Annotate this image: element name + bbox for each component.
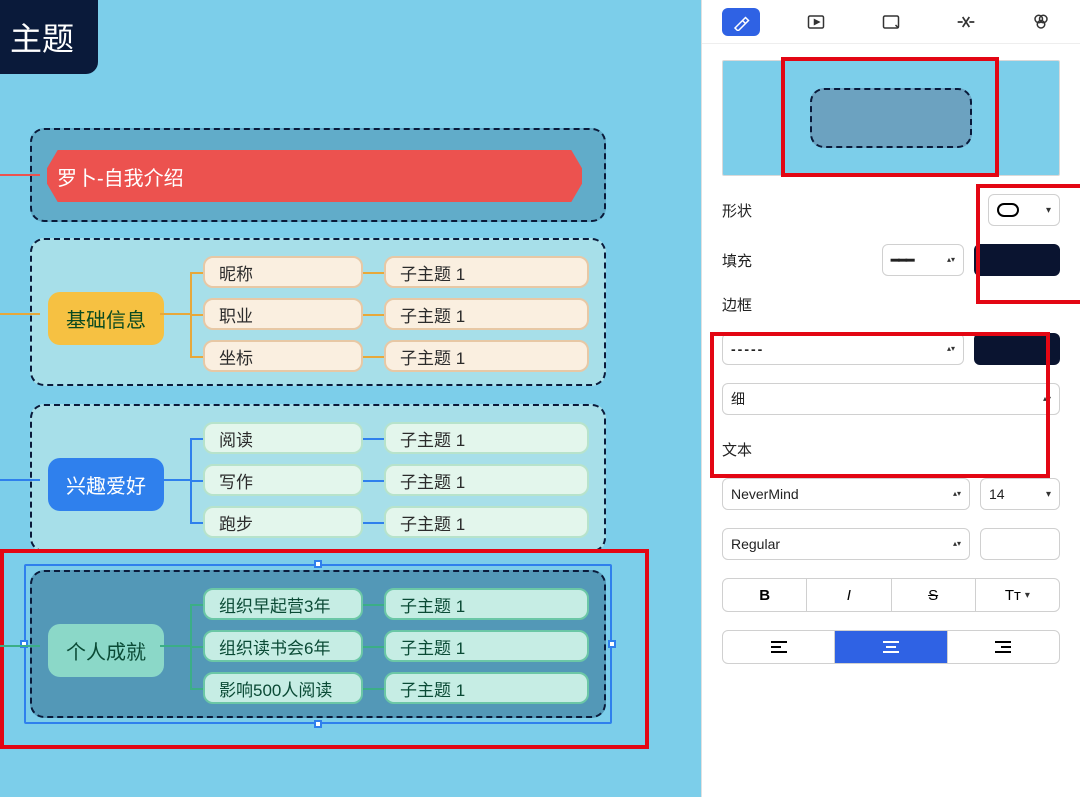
root-topic-fragment: 主题 — [0, 0, 98, 74]
fill-row: 填充 ━━━ ▴▾ — [722, 244, 1060, 276]
fill-color-swatch[interactable] — [974, 244, 1060, 276]
font-family-select[interactable]: NeverMind ▴▾ — [722, 478, 970, 510]
chevron-down-icon: ▾ — [1046, 489, 1051, 500]
textcase-value: Tᴛ — [1005, 587, 1021, 604]
node-nickname-sub[interactable]: 子主题 1 — [384, 256, 589, 288]
rounded-rect-icon — [997, 203, 1019, 217]
align-right-button[interactable] — [948, 631, 1059, 663]
text-style-group: B I S Tᴛ ▾ — [722, 578, 1060, 612]
align-left-button[interactable] — [723, 631, 835, 663]
border-style-row: ----- ▴▾ — [722, 333, 1060, 365]
updown-icon: ▴▾ — [947, 257, 955, 263]
shape-label: 形状 — [722, 200, 752, 221]
border-width-select[interactable]: 细 ▴▾ — [722, 383, 1060, 415]
node-reading[interactable]: 阅读 — [203, 422, 363, 454]
annotation-box-canvas — [0, 549, 649, 749]
align-group — [722, 630, 1060, 664]
node-hobbies[interactable]: 兴趣爱好 — [48, 458, 164, 511]
italic-button[interactable]: I — [807, 579, 891, 611]
border-width-row: 细 ▴▾ — [722, 383, 1060, 415]
updown-icon: ▴▾ — [1043, 396, 1051, 402]
updown-icon: ▴▾ — [953, 491, 961, 497]
border-width-value: 细 — [731, 389, 745, 409]
tab-note[interactable] — [872, 8, 910, 36]
node-career-sub[interactable]: 子主题 1 — [384, 298, 589, 330]
font-size-select[interactable]: 14 ▾ — [980, 478, 1060, 510]
node-reading-sub[interactable]: 子主题 1 — [384, 422, 589, 454]
align-center-button[interactable] — [835, 631, 947, 663]
updown-icon: ▴▾ — [947, 346, 955, 352]
updown-icon: ▴▾ — [953, 541, 961, 547]
tab-relationship[interactable] — [947, 8, 985, 36]
fill-label: 填充 — [722, 250, 752, 271]
format-panel: 形状 ▾ 填充 ━━━ ▴▾ 边框 ----- ▴▾ — [701, 0, 1080, 797]
strike-button[interactable]: S — [892, 579, 976, 611]
style-preview — [722, 60, 1060, 176]
shape-row: 形状 ▾ — [722, 194, 1060, 226]
node-writing[interactable]: 写作 — [203, 464, 363, 496]
border-label: 边框 — [722, 294, 1060, 315]
border-style-select[interactable]: ----- ▴▾ — [722, 333, 964, 365]
node-basic-info[interactable]: 基础信息 — [48, 292, 164, 345]
chevron-down-icon: ▾ — [1025, 590, 1030, 601]
node-running-sub[interactable]: 子主题 1 — [384, 506, 589, 538]
tab-format[interactable] — [722, 8, 760, 36]
font-weight-value: Regular — [731, 536, 780, 552]
font-family-value: NeverMind — [731, 486, 799, 502]
bold-button[interactable]: B — [723, 579, 807, 611]
tab-style[interactable] — [1022, 8, 1060, 36]
textcase-button[interactable]: Tᴛ ▾ — [976, 579, 1059, 611]
border-style-value: ----- — [731, 341, 764, 357]
text-label: 文本 — [722, 439, 1060, 460]
border-color-swatch[interactable] — [974, 333, 1060, 365]
shape-select[interactable]: ▾ — [988, 194, 1060, 226]
font-size-value: 14 — [989, 486, 1005, 502]
font-color-swatch[interactable] — [980, 528, 1060, 560]
weight-row: Regular ▴▾ — [722, 528, 1060, 560]
font-weight-select[interactable]: Regular ▴▾ — [722, 528, 970, 560]
node-running[interactable]: 跑步 — [203, 506, 363, 538]
panel-tabs — [702, 0, 1080, 44]
tab-media[interactable] — [797, 8, 835, 36]
node-career[interactable]: 职业 — [203, 298, 363, 330]
fill-pattern-value: ━━━ — [891, 252, 913, 269]
style-preview-inner — [810, 88, 972, 148]
fill-pattern-select[interactable]: ━━━ ▴▾ — [882, 244, 964, 276]
node-nickname[interactable]: 昵称 — [203, 256, 363, 288]
node-location[interactable]: 坐标 — [203, 340, 363, 372]
font-row: NeverMind ▴▾ 14 ▾ — [722, 478, 1060, 510]
chevron-down-icon: ▾ — [1046, 205, 1051, 216]
node-writing-sub[interactable]: 子主题 1 — [384, 464, 589, 496]
node-location-sub[interactable]: 子主题 1 — [384, 340, 589, 372]
mindmap-canvas[interactable]: 主题 罗卜-自我介绍 基础信息 昵称 子主题 1 职业 子主题 1 坐标 子主题… — [0, 0, 701, 797]
banner-node[interactable]: 罗卜-自我介绍 — [47, 150, 582, 202]
